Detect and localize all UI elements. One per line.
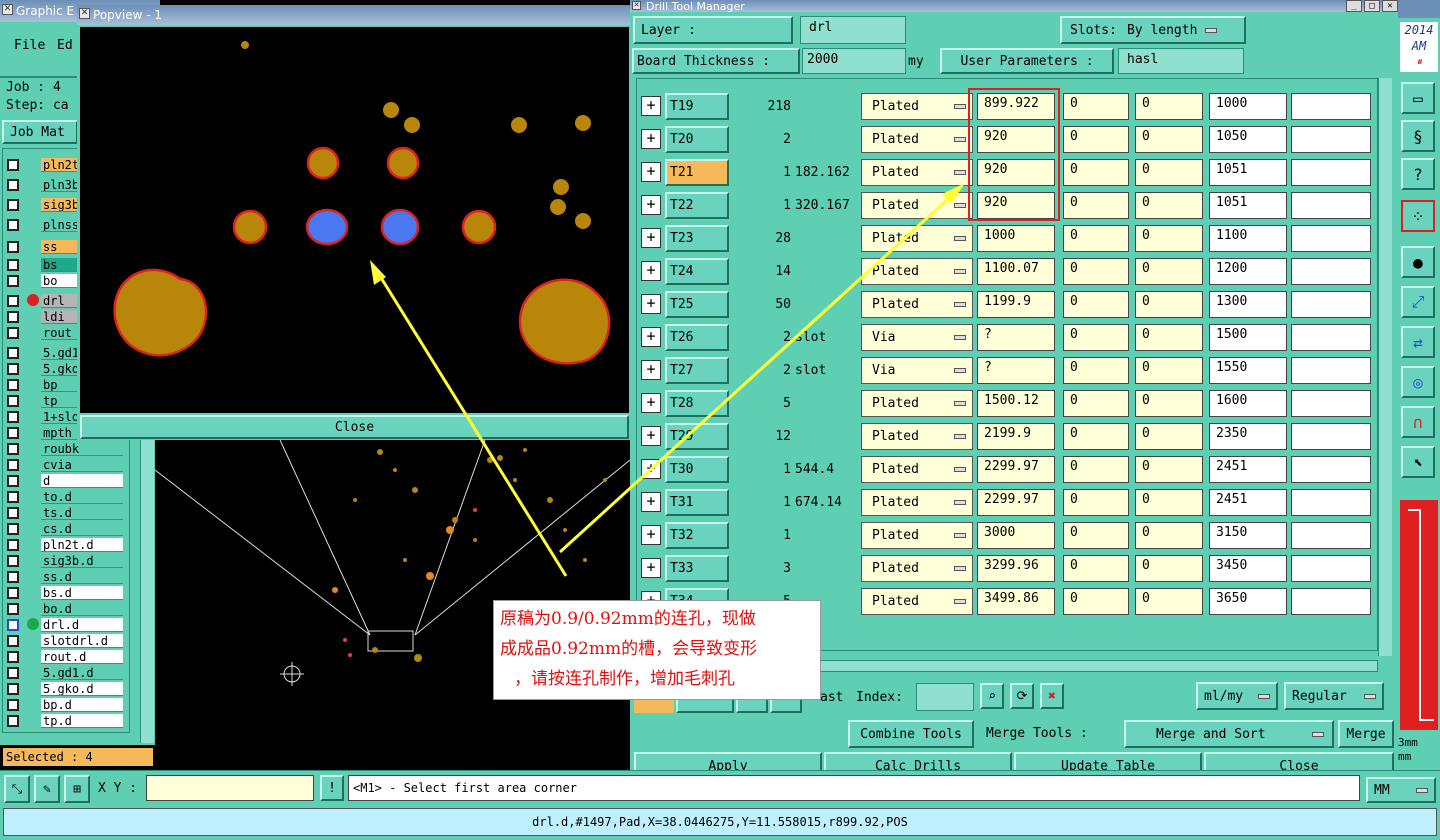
- annotation-note: 原稿为0.9/0.92mm的连孔，现做 成成品0.92mm的槽，会导致变形 ，请…: [493, 600, 821, 700]
- annotation-line-1: 原稿为0.9/0.92mm的连孔，现做: [500, 609, 756, 629]
- annotation-line-3: ，请按连孔制作，增加毛刺孔: [514, 669, 735, 689]
- annotation-arrows: [370, 183, 965, 577]
- annotation-line-2: 成成品0.92mm的槽，会导致变形: [500, 639, 758, 659]
